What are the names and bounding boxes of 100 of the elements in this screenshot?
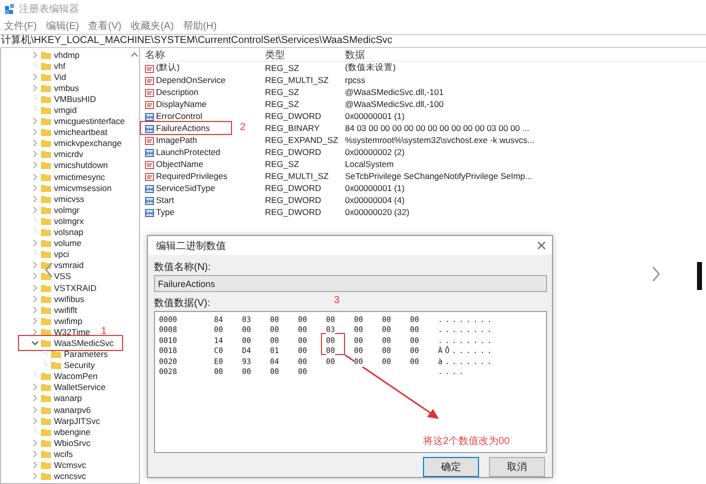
binary-value-icon bbox=[145, 124, 154, 132]
tree-item[interactable]: vsmraid bbox=[54, 260, 84, 270]
address-bar[interactable]: 计算机\HKEY_LOCAL_MACHINE\SYSTEM\CurrentControlSet\Services\WaaSMedicSvc bbox=[0, 34, 706, 48]
value-data: @WaaSMedicSvc.dll,-101 bbox=[345, 87, 445, 97]
edge-bar bbox=[697, 262, 702, 290]
tree-item[interactable]: volume bbox=[54, 238, 82, 248]
tree-item[interactable]: Parameters bbox=[64, 349, 108, 360]
annotation-text: 将这2个数值改为00 bbox=[423, 434, 510, 448]
tree-item[interactable]: vmickvpexchange bbox=[54, 138, 122, 148]
column-header[interactable]: 类型 bbox=[265, 48, 345, 62]
tree-item[interactable]: vmicguestinterface bbox=[54, 116, 125, 126]
value-type: REG_BINARY bbox=[265, 123, 321, 133]
tree-item[interactable]: Vid bbox=[54, 72, 66, 82]
tree-item[interactable]: wanarpv6 bbox=[54, 404, 91, 415]
value-data: 0x00000002 (2) bbox=[345, 147, 406, 157]
tree-item[interactable]: vwifimp bbox=[54, 316, 82, 326]
value-name[interactable]: Description bbox=[156, 87, 199, 97]
string-value-icon bbox=[145, 100, 154, 108]
value-type: REG_DWORD bbox=[265, 207, 322, 217]
tree-item[interactable]: Wcmsvc bbox=[54, 460, 86, 470]
registry-icon bbox=[5, 4, 15, 14]
tree-item[interactable]: vhdmp bbox=[54, 50, 80, 60]
field-label: 数值数据(V): bbox=[154, 297, 210, 310]
tree-item[interactable]: WarpJITSvc bbox=[54, 416, 100, 426]
value-data: 0x00000020 (32) bbox=[345, 207, 410, 217]
tree-item[interactable]: WbioSrvc bbox=[54, 438, 90, 448]
value-name-field[interactable]: FailureActions bbox=[154, 275, 547, 292]
scroll-up-icon[interactable] bbox=[130, 52, 138, 57]
tree-item[interactable]: volmgr bbox=[54, 204, 80, 215]
menu-item[interactable]: 文件(F) bbox=[4, 19, 37, 33]
menu-item[interactable]: 查看(V) bbox=[88, 19, 122, 33]
tree-item[interactable]: volsnap bbox=[54, 227, 84, 238]
tree-item[interactable]: vmicvmsession bbox=[54, 182, 112, 193]
tree-item[interactable]: vmictimesync bbox=[54, 172, 106, 182]
value-name[interactable]: DependOnService bbox=[156, 75, 226, 85]
value-name[interactable]: DisplayName bbox=[156, 99, 207, 109]
value-name[interactable]: RequiredPrivileges bbox=[156, 171, 228, 181]
dialog-button[interactable]: 确定 bbox=[423, 457, 479, 477]
tree-item[interactable]: WacomPen bbox=[54, 371, 98, 382]
value-name[interactable]: Start bbox=[156, 195, 174, 205]
tree-item[interactable]: VMBusHID bbox=[54, 94, 96, 104]
tree-item[interactable]: wanarp bbox=[54, 393, 82, 404]
string-value-icon bbox=[145, 172, 154, 180]
tree-item[interactable]: vmicrdv bbox=[54, 149, 84, 160]
value-name[interactable]: LaunchProtected bbox=[156, 147, 220, 157]
value-name[interactable]: ObjectName bbox=[156, 159, 204, 169]
dialog-button[interactable]: 取消 bbox=[489, 457, 545, 477]
value-type: REG_SZ bbox=[265, 87, 300, 97]
binary-value-icon bbox=[145, 184, 154, 192]
string-value-icon bbox=[145, 64, 154, 72]
value-name[interactable]: ErrorControl bbox=[156, 111, 202, 121]
tree-item[interactable]: vmbus bbox=[54, 82, 80, 93]
tree-item[interactable]: W32Time bbox=[54, 326, 90, 337]
tree-item[interactable]: VSS bbox=[54, 271, 72, 282]
tree-item[interactable]: vhf bbox=[54, 60, 66, 71]
menu-item[interactable]: 编辑(E) bbox=[46, 19, 80, 33]
tree-item[interactable]: vpci bbox=[54, 249, 70, 260]
tree-item[interactable]: wbengine bbox=[54, 426, 90, 437]
value-data: rpcss bbox=[345, 75, 366, 85]
tree-item[interactable]: vmicvss bbox=[54, 194, 84, 204]
value-data: LocalSystem bbox=[345, 159, 395, 169]
tree-item[interactable]: volmgrx bbox=[54, 216, 84, 226]
value-name[interactable]: FailureActions bbox=[156, 123, 210, 133]
binary-value-icon bbox=[145, 148, 154, 156]
tree-item[interactable]: wcncsvc bbox=[54, 471, 86, 482]
value-data: 0x00000001 (1) bbox=[345, 183, 406, 193]
value-name[interactable]: (默认) bbox=[156, 62, 180, 74]
value-name[interactable]: ImagePath bbox=[156, 135, 198, 145]
binary-value-icon bbox=[145, 112, 154, 120]
dialog-title: 编辑二进制数值 bbox=[156, 240, 226, 252]
string-value-icon bbox=[145, 160, 154, 168]
menu-item[interactable]: 帮助(H) bbox=[182, 19, 217, 33]
string-value-icon bbox=[145, 88, 154, 96]
tree-item[interactable]: vmgid bbox=[54, 105, 77, 116]
tree-item[interactable]: vmicheartbeat bbox=[54, 127, 108, 138]
value-name[interactable]: Type bbox=[156, 207, 174, 217]
column-header[interactable]: 数据 bbox=[345, 48, 706, 62]
tree-item[interactable]: vwifibus bbox=[54, 294, 84, 304]
menu-item[interactable]: 收藏夹(A) bbox=[130, 19, 174, 33]
tree-item[interactable]: wcifs bbox=[54, 448, 73, 459]
value-type: REG_DWORD bbox=[265, 183, 322, 193]
value-type: REG_MULTI_SZ bbox=[265, 75, 330, 85]
window-title: 注册表编辑器 bbox=[19, 2, 79, 16]
value-name[interactable]: ServiceSidType bbox=[156, 183, 216, 193]
tree-item[interactable]: WalletService bbox=[54, 382, 106, 392]
column-header[interactable]: 名称 bbox=[145, 48, 265, 62]
close-icon[interactable] bbox=[537, 241, 546, 250]
tree-item[interactable]: vmicshutdown bbox=[54, 160, 108, 170]
value-data: @WaaSMedicSvc.dll,-100 bbox=[345, 99, 445, 109]
tree-item[interactable]: VSTXRAID bbox=[54, 282, 97, 293]
tree-item[interactable]: vwififlt bbox=[54, 304, 78, 315]
value-data: %systemroot%\system32\svchost.exe -k wusvcs... bbox=[345, 135, 536, 145]
tree-item[interactable]: WaaSMedicSvc bbox=[54, 338, 114, 348]
annotation-number: 3 bbox=[334, 295, 340, 306]
hex-editor[interactable] bbox=[154, 311, 547, 453]
value-type: REG_EXPAND_SZ bbox=[265, 135, 340, 145]
annotation-number: 1 bbox=[101, 326, 107, 338]
tree-item[interactable]: Security bbox=[64, 360, 95, 370]
value-type: REG_DWORD bbox=[265, 111, 322, 121]
value-type: REG_SZ bbox=[265, 63, 300, 73]
